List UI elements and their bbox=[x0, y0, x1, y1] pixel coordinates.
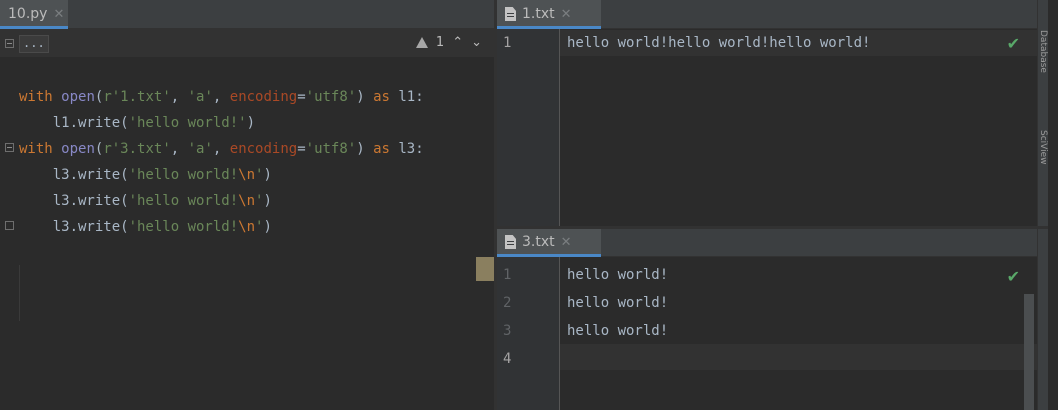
code-token: 'a' bbox=[187, 89, 213, 105]
checkmark-icon: ✔ bbox=[1006, 267, 1020, 286]
code-token: l1: bbox=[389, 89, 424, 105]
code-line: with open(r'3.txt', 'a', encoding='utf8'… bbox=[19, 136, 424, 162]
code-token: = bbox=[297, 89, 306, 105]
code-line: l3.write('hello world!\n') bbox=[19, 188, 272, 214]
close-icon[interactable]: ✕ bbox=[561, 235, 572, 250]
code-token: , bbox=[170, 141, 188, 157]
text-line[interactable]: hello world! bbox=[567, 295, 668, 311]
code-token: with bbox=[19, 141, 53, 157]
code-token: l3.write( bbox=[19, 193, 129, 209]
tab-label: 10.py bbox=[8, 6, 48, 22]
line-number: 2 bbox=[503, 295, 512, 311]
line-number-gutter bbox=[497, 29, 560, 226]
line-number: 3 bbox=[503, 323, 512, 339]
inspection-widget[interactable]: 1 ⌃ ⌄ bbox=[415, 35, 482, 50]
close-icon[interactable]: ✕ bbox=[53, 7, 64, 22]
chevron-up-icon[interactable]: ⌃ bbox=[452, 35, 463, 50]
sciview-tool-button[interactable]: SciView bbox=[1038, 130, 1048, 165]
editor-1txt: 1.txt ✕ 1 hello world!hello world!hello w… bbox=[497, 0, 1038, 226]
chevron-down-icon[interactable]: ⌄ bbox=[471, 35, 482, 50]
code-token: 'hello world! bbox=[128, 167, 239, 183]
code-line: l3.write('hello world!\n') bbox=[19, 214, 272, 240]
code-token: 'hello world! bbox=[128, 193, 239, 209]
fold-end-icon[interactable] bbox=[5, 221, 14, 230]
current-line-highlight bbox=[560, 344, 1038, 370]
tab-label: 1.txt bbox=[522, 6, 555, 22]
code-token: 'utf8' bbox=[305, 89, 357, 105]
code-token: r'1.txt' bbox=[103, 89, 171, 105]
code-token: = bbox=[297, 141, 306, 157]
warning-icon bbox=[415, 37, 428, 48]
code-token: encoding bbox=[229, 141, 298, 157]
editor-3txt: 3.txt ✕ 1 hello world! 2 hello world! 3 hello… bbox=[497, 228, 1038, 410]
tab-3txt[interactable]: 3.txt ✕ bbox=[497, 228, 601, 257]
code-token: as bbox=[373, 141, 390, 157]
code-token: l3.write( bbox=[19, 219, 129, 235]
close-icon[interactable]: ✕ bbox=[561, 7, 572, 22]
vertical-scrollbar[interactable] bbox=[1024, 294, 1034, 410]
tab-10py[interactable]: 10.py ✕ bbox=[0, 0, 68, 29]
code-token: , bbox=[170, 89, 188, 105]
code-token: ) bbox=[356, 141, 374, 157]
code-token: l3.write( bbox=[19, 167, 129, 183]
warning-count: 1 bbox=[435, 35, 445, 50]
error-stripe-marker[interactable] bbox=[476, 257, 494, 281]
code-token: open bbox=[61, 89, 95, 105]
horizontal-split[interactable] bbox=[497, 226, 1048, 229]
fold-toggle-icon[interactable] bbox=[5, 143, 14, 152]
text-line[interactable]: hello world! bbox=[567, 267, 668, 283]
code-line: l3.write('hello world!\n') bbox=[19, 162, 272, 188]
code-token: 'utf8' bbox=[305, 141, 357, 157]
code-token: as bbox=[373, 89, 390, 105]
tab-1txt[interactable]: 1.txt ✕ bbox=[497, 0, 601, 29]
code-token: 'a' bbox=[187, 141, 213, 157]
collapsed-imports[interactable]: ... bbox=[19, 35, 49, 53]
text-file-icon bbox=[505, 235, 516, 249]
code-token: with bbox=[19, 89, 53, 105]
top-tab-bar: 1.txt ✕ bbox=[497, 0, 1038, 29]
code-token: l3: bbox=[389, 141, 424, 157]
code-token: 'hello world! bbox=[128, 219, 239, 235]
fold-toggle-icon[interactable] bbox=[5, 39, 14, 48]
code-token: , bbox=[212, 141, 230, 157]
right-tool-strip: Database SciView bbox=[1037, 0, 1048, 410]
line-number: 1 bbox=[503, 267, 512, 283]
code-token: l1.write( bbox=[19, 115, 129, 131]
database-tool-button[interactable]: Database bbox=[1038, 30, 1048, 73]
code-token: ) bbox=[356, 89, 374, 105]
code-token: encoding bbox=[229, 89, 298, 105]
indent-guide bbox=[19, 265, 20, 321]
tab-label: 3.txt bbox=[522, 234, 555, 250]
code-line: l1.write('hello world!') bbox=[19, 110, 255, 136]
code-token: , bbox=[212, 89, 230, 105]
text-line[interactable]: hello world!hello world!hello world! bbox=[567, 35, 870, 51]
code-token: \n bbox=[238, 167, 256, 183]
code-line: with open(r'1.txt', 'a', encoding='utf8'… bbox=[19, 84, 424, 110]
bottom-tab-bar: 3.txt ✕ bbox=[497, 228, 1038, 257]
left-tab-bar: 10.py ✕ bbox=[0, 0, 494, 29]
right-editor-pane: 1.txt ✕ 1 hello world!hello world!hello w… bbox=[497, 0, 1048, 410]
code-token: ) bbox=[246, 115, 256, 131]
code-token: ) bbox=[263, 167, 272, 183]
code-token: \n bbox=[238, 193, 256, 209]
code-token: ) bbox=[263, 193, 272, 209]
code-token: ) bbox=[263, 219, 272, 235]
code-editor[interactable]: ... 1 ⌃ ⌄ with open(r'1.txt', 'a', encod… bbox=[0, 29, 494, 410]
code-token: 'hello world!' bbox=[128, 115, 247, 131]
line-number: 1 bbox=[503, 35, 512, 51]
code-token: open bbox=[61, 141, 95, 157]
code-token: \n bbox=[238, 219, 256, 235]
text-file-icon bbox=[505, 7, 516, 21]
checkmark-icon: ✔ bbox=[1006, 34, 1020, 53]
text-line[interactable]: hello world! bbox=[567, 323, 668, 339]
code-token: r'3.txt' bbox=[103, 141, 171, 157]
left-editor-pane: 10.py ✕ ... 1 ⌃ ⌄ with open(r'1.txt', 'a… bbox=[0, 0, 494, 410]
line-number: 4 bbox=[503, 351, 512, 367]
